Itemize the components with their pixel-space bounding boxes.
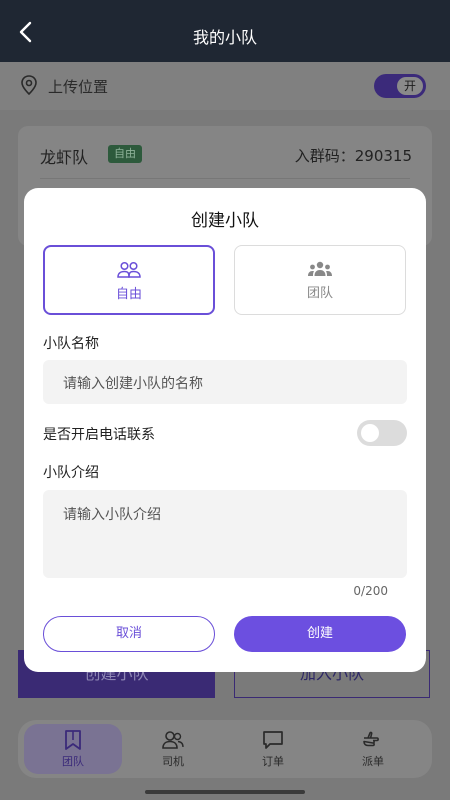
home-indicator <box>145 790 305 794</box>
two-users-icon <box>117 261 141 278</box>
team-name-input[interactable]: 请输入创建小队的名称 <box>43 360 407 404</box>
group-icon <box>308 261 332 276</box>
upload-location-row: 上传位置 开 <box>0 62 450 110</box>
toggle-knob <box>361 424 379 442</box>
team-type-badge: 自由 <box>108 145 142 163</box>
team-name: 龙虾队 <box>40 148 89 167</box>
phone-contact-label: 是否开启电话联系 <box>43 427 155 443</box>
bookmark-flag-icon <box>65 730 81 750</box>
tab-label: 团队 <box>62 755 84 768</box>
type-option-label: 自由 <box>115 287 142 302</box>
tab-label: 订单 <box>262 755 284 768</box>
tab-label: 司机 <box>162 755 184 768</box>
phone-contact-toggle[interactable] <box>357 420 407 446</box>
type-option-team[interactable]: 团队 <box>234 245 406 315</box>
tab-dispatch[interactable]: 派单 <box>324 724 422 774</box>
upload-location-toggle[interactable]: 开 <box>374 74 426 98</box>
divider <box>40 178 410 179</box>
create-button[interactable]: 创建 <box>234 616 406 652</box>
cancel-button[interactable]: 取消 <box>43 616 215 652</box>
location-pin-icon <box>21 75 37 95</box>
dialog-title: 创建小队 <box>191 211 259 231</box>
team-name-placeholder: 请输入创建小队的名称 <box>63 376 203 392</box>
hand-pointing-icon <box>363 731 379 747</box>
team-intro-textarea[interactable]: 请输入小队介绍 <box>43 490 407 578</box>
toggle-knob: 开 <box>397 77 423 95</box>
bottom-tab-bar: 团队 司机 订单 派单 <box>18 720 432 778</box>
team-intro-label: 小队介绍 <box>43 465 99 481</box>
type-option-label: 团队 <box>306 286 333 301</box>
team-intro-placeholder: 请输入小队介绍 <box>63 507 161 523</box>
type-option-free[interactable]: 自由 <box>43 245 215 315</box>
users-icon <box>162 731 184 749</box>
create-team-dialog: 创建小队 自由 团队 小队名称 请输入创建小队的名称 是否开启电话联系 小队介绍… <box>24 188 426 672</box>
tab-team[interactable]: 团队 <box>24 724 122 774</box>
char-counter: 0/200 <box>353 584 388 598</box>
team-name-label: 小队名称 <box>43 336 99 352</box>
group-code: 入群码：290315 <box>294 147 412 165</box>
tab-drivers[interactable]: 司机 <box>124 724 222 774</box>
page-title: 我的小队 <box>192 28 257 47</box>
app-header: 我的小队 <box>0 0 450 62</box>
upload-location-label: 上传位置 <box>48 78 109 96</box>
tab-orders[interactable]: 订单 <box>224 724 322 774</box>
message-square-icon <box>263 731 283 749</box>
tab-label: 派单 <box>362 755 384 768</box>
